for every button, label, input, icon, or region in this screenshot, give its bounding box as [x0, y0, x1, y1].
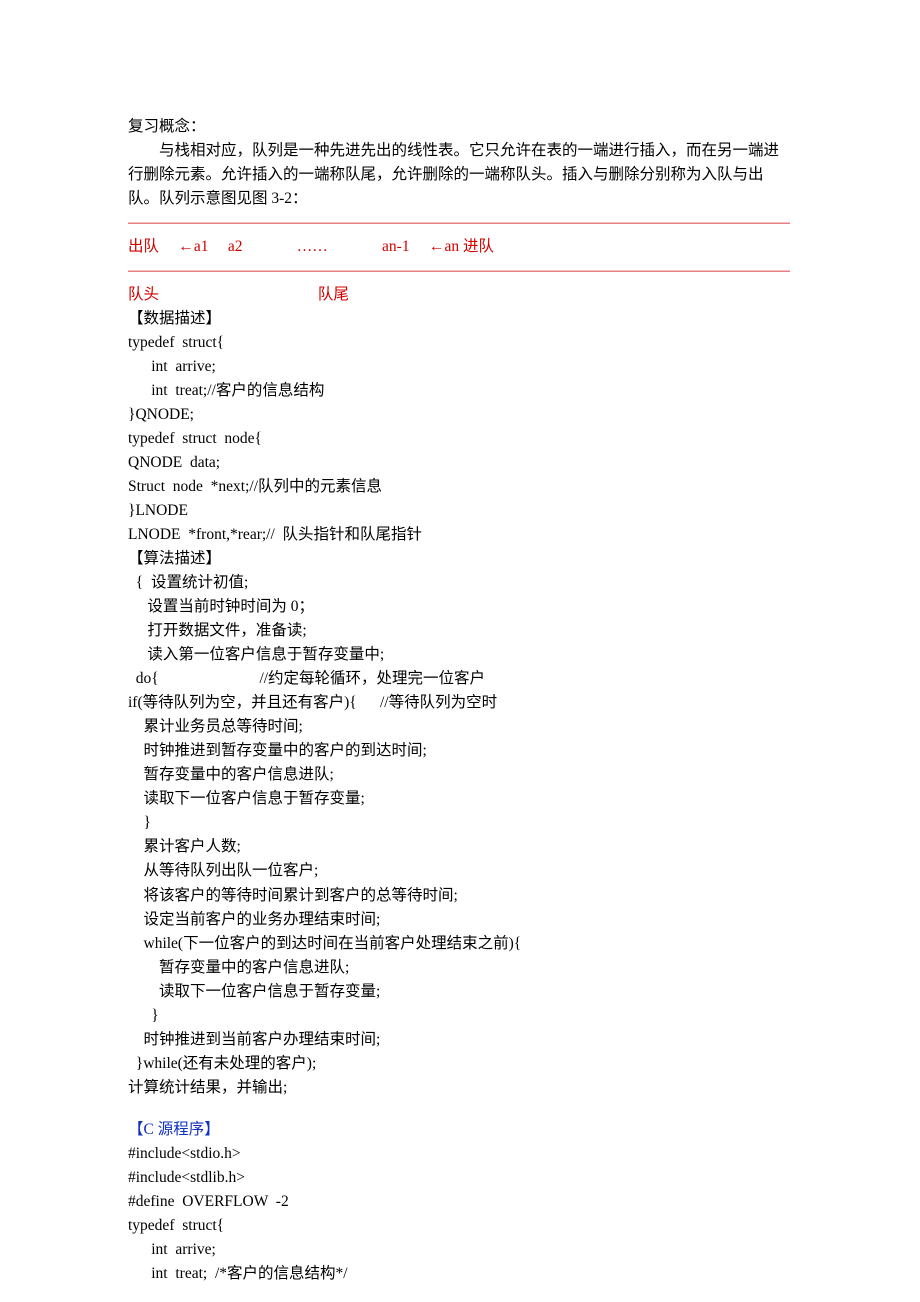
queue-labels-row: 队头 队尾: [128, 283, 790, 307]
algo-line: 设定当前客户的业务办理结束时间;: [128, 908, 790, 932]
c-code-line: #include<stdlib.h>: [128, 1166, 790, 1190]
c-code-line: int treat; /*客户的信息结构*/: [128, 1262, 790, 1286]
c-source-heading: 【C 源程序】: [128, 1118, 790, 1142]
algo-line: }while(还有未处理的客户);: [128, 1052, 790, 1076]
queue-head-label: 队头: [128, 283, 159, 307]
algo-line: 读取下一位客户信息于暂存变量;: [128, 787, 790, 811]
review-heading: 复习概念：: [128, 115, 790, 139]
gap: [328, 235, 382, 259]
algo-line: 读入第一位客户信息于暂存变量中;: [128, 643, 790, 667]
c-code-line: typedef struct{: [128, 1214, 790, 1238]
algo-line: { 设置统计初值;: [128, 571, 790, 595]
algo-line: 设置当前时钟时间为 0；: [128, 595, 790, 619]
c-code-line: int arrive;: [128, 1238, 790, 1262]
algo-line: 将该客户的等待时间累计到客户的总等待时间;: [128, 884, 790, 908]
algo-line: 累计客户人数;: [128, 835, 790, 859]
data-desc-heading: 【数据描述】: [128, 307, 790, 331]
queue-top-border: ————————————————————————————————————————…: [128, 211, 790, 235]
gap: [410, 235, 429, 259]
code-line: QNODE data;: [128, 451, 790, 475]
a2-label: a2: [228, 235, 243, 259]
queue-diagram-row: 出队 ←a1 a2 …… an-1 ←an 进队: [128, 235, 790, 259]
gap: [209, 235, 228, 259]
algo-line: 读取下一位客户信息于暂存变量;: [128, 980, 790, 1004]
concept-paragraph: 与栈相对应，队列是一种先进先出的线性表。它只允许在表的一端进行插入，而在另一端进…: [128, 139, 790, 211]
code-line: int treat;//客户的信息结构: [128, 379, 790, 403]
dequeue-label: 出队: [128, 235, 159, 259]
queue-bottom-border: ————————————————————————————————————————…: [128, 259, 790, 283]
queue-tail-label: 队尾: [318, 283, 349, 307]
code-line: LNODE *front,*rear;// 队头指针和队尾指针: [128, 523, 790, 547]
document-page: 复习概念： 与栈相对应，队列是一种先进先出的线性表。它只允许在表的一端进行插入，…: [0, 0, 920, 1302]
algo-line: }: [128, 1004, 790, 1028]
enqueue-arrow: ←an 进队: [429, 235, 494, 259]
algo-line: 从等待队列出队一位客户;: [128, 859, 790, 883]
algo-line: if(等待队列为空，并且还有客户){ //等待队列为空时: [128, 691, 790, 715]
c-code-line: #include<stdio.h>: [128, 1142, 790, 1166]
algo-line: 时钟推进到暂存变量中的客户的到达时间;: [128, 739, 790, 763]
algo-line: 时钟推进到当前客户办理结束时间;: [128, 1028, 790, 1052]
code-line: typedef struct{: [128, 331, 790, 355]
blank-line: [128, 1100, 790, 1118]
algo-line: while(下一位客户的到达时间在当前客户处理结束之前){: [128, 932, 790, 956]
code-line: Struct node *next;//队列中的元素信息: [128, 475, 790, 499]
algo-line: 暂存变量中的客户信息进队;: [128, 763, 790, 787]
dots: ……: [297, 235, 328, 259]
code-line: typedef struct node{: [128, 427, 790, 451]
gap: [159, 283, 318, 307]
algo-line: 累计业务员总等待时间;: [128, 715, 790, 739]
algo-desc-heading: 【算法描述】: [128, 547, 790, 571]
gap: [243, 235, 297, 259]
an1-label: an-1: [382, 235, 410, 259]
code-line: int arrive;: [128, 355, 790, 379]
algo-line: 暂存变量中的客户信息进队;: [128, 956, 790, 980]
algo-line: 计算统计结果，并输出;: [128, 1076, 790, 1100]
algo-line: do{ //约定每轮循环，处理完一位客户: [128, 667, 790, 691]
code-line: }QNODE;: [128, 403, 790, 427]
gap: [159, 235, 178, 259]
algo-line: }: [128, 811, 790, 835]
c-code-line: #define OVERFLOW -2: [128, 1190, 790, 1214]
algo-line: 打开数据文件，准备读;: [128, 619, 790, 643]
a1-arrow: ←a1: [178, 235, 208, 259]
code-line: }LNODE: [128, 499, 790, 523]
